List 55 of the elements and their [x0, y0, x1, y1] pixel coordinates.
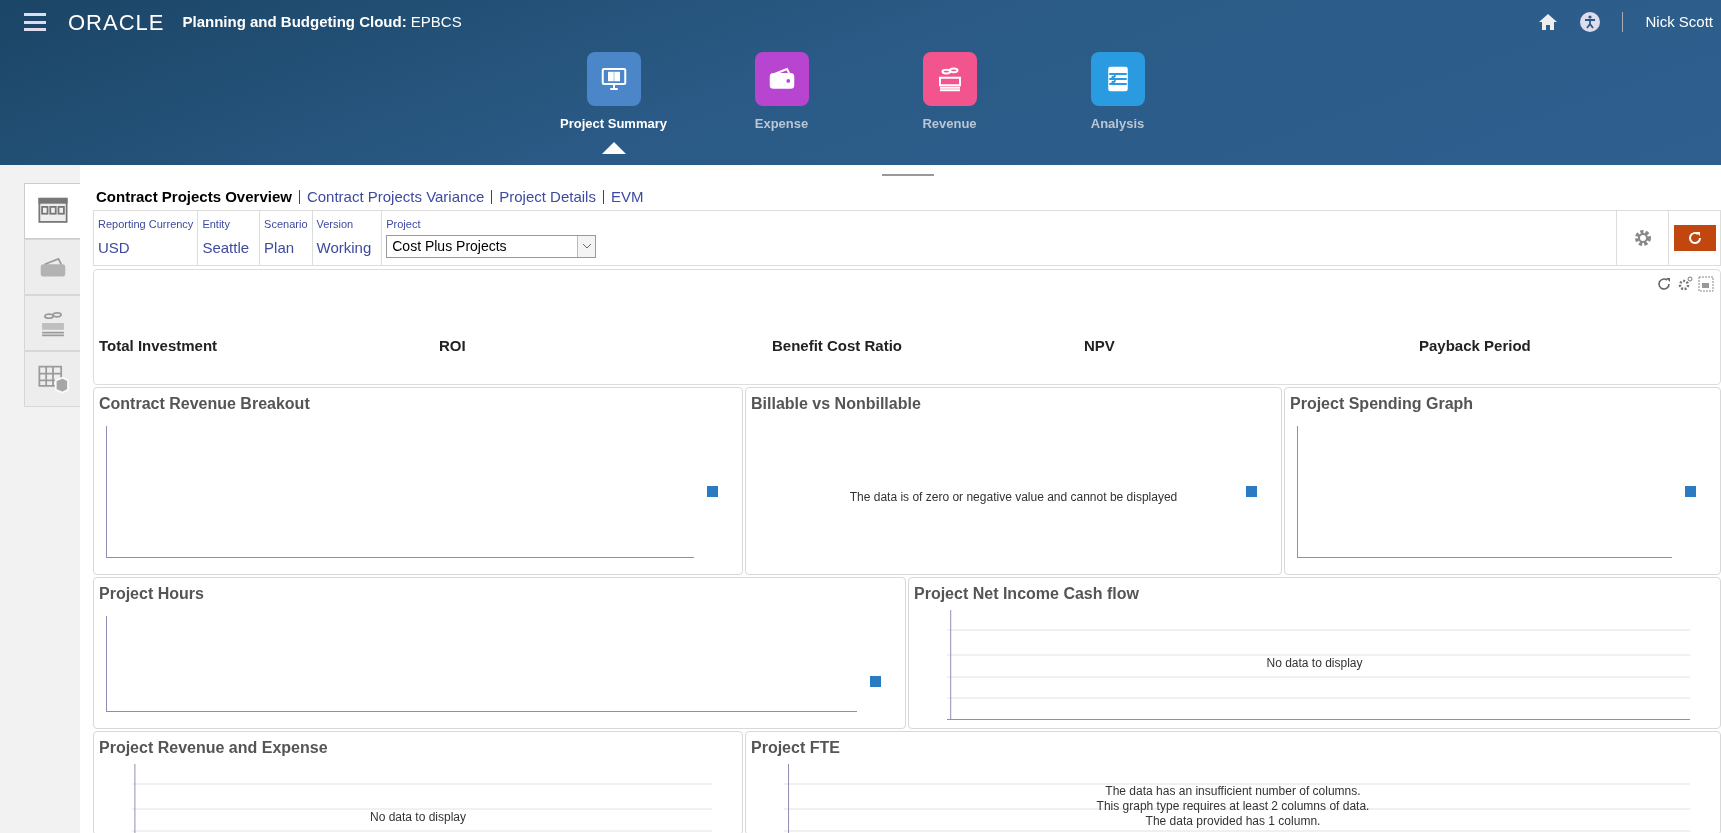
settings-icon[interactable] [1677, 276, 1693, 292]
refresh-icon[interactable] [1656, 276, 1672, 292]
filter-label: Project [386, 217, 422, 232]
app-card[interactable]: Analysis [1061, 52, 1174, 134]
kpi-label: Benefit Cost Ratio [772, 336, 903, 356]
home-icon[interactable] [1538, 13, 1559, 31]
dashboard-link[interactable]: Contract Projects Overview [96, 185, 292, 209]
filter-label: Version [316, 217, 355, 232]
chart-title: Project Revenue and Expense [99, 738, 328, 758]
chart-title: Project Net Income Cash flow [914, 584, 1139, 604]
filter-label: Entity [202, 217, 231, 232]
project-dropdown[interactable]: Cost Plus Projects [386, 234, 597, 258]
side-tab[interactable] [24, 295, 82, 351]
app-card[interactable]: Project Summary [557, 52, 670, 134]
drag-handle [882, 174, 934, 176]
chart-message: The data provided has 1 column. [1145, 814, 1321, 829]
chart-title: Project Spending Graph [1290, 394, 1474, 414]
chart-message: No data to display [368, 809, 468, 826]
dashboard-link[interactable]: Contract Projects Variance [306, 185, 485, 209]
filter-value[interactable]: USD [98, 236, 194, 259]
app-card[interactable]: Revenue [893, 52, 1006, 134]
accessibility-icon[interactable] [1580, 12, 1601, 32]
dashboard-icon [36, 196, 70, 226]
chart-message: This graph type requires at least 2 columns of data. [1096, 799, 1370, 814]
chart-title: Project FTE [751, 738, 840, 758]
kpi-label: NPV [1084, 336, 1116, 356]
chart-title: Project Hours [99, 584, 204, 604]
table-cube-icon [36, 364, 70, 394]
refresh-button[interactable] [1673, 225, 1716, 251]
user-name[interactable]: Nick Scott [1645, 10, 1713, 34]
menu-icon[interactable] [24, 13, 46, 31]
side-tab[interactable] [24, 183, 82, 239]
dashboard-link[interactable]: Project Details [499, 185, 596, 209]
filter-value[interactable]: Seattle [202, 236, 256, 259]
chart-title: Billable vs Nonbillable [751, 394, 921, 414]
chart-message: The data is of zero or negative value and cannot be displayed [848, 489, 1179, 506]
side-tab[interactable] [24, 351, 82, 407]
app-title: Planning and Budgeting Cloud: EPBCS [182, 11, 462, 32]
chart-message: No data to display [1265, 655, 1364, 672]
filter-label: Scenario [264, 217, 308, 232]
filter-label: Reporting Currency [98, 217, 194, 232]
refresh-icon [1686, 230, 1703, 246]
filter-value[interactable]: Plan [264, 236, 308, 259]
kpi-label: Payback Period [1419, 336, 1532, 356]
kpi-label: Total Investment [99, 336, 219, 356]
brand-logo: ORACLE [68, 8, 165, 37]
chart-title: Contract Revenue Breakout [99, 394, 310, 414]
app-card[interactable]: Expense [725, 52, 838, 134]
maximize-icon[interactable] [1698, 276, 1714, 292]
dashboard-link[interactable]: EVM [610, 185, 644, 209]
filter-value[interactable]: Working [316, 236, 378, 259]
kpi-label: ROI [439, 336, 467, 356]
chevron-down-icon [581, 243, 592, 249]
chart-message: The data has an insufficient number of columns. [1105, 784, 1361, 799]
settings-icon[interactable] [1632, 228, 1653, 248]
